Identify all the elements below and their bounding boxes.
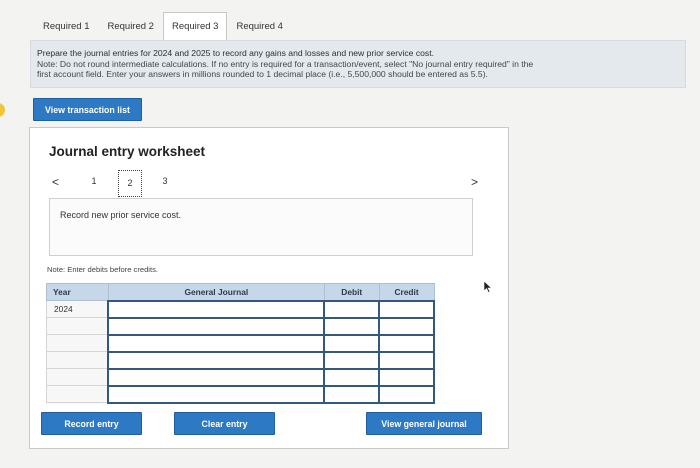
- credit-input[interactable]: [378, 316, 435, 336]
- page-3[interactable]: 3: [158, 176, 172, 186]
- year-cell: [46, 334, 109, 352]
- debit-input[interactable]: [323, 350, 381, 370]
- journal-header-row: Year General Journal Debit Credit: [46, 283, 435, 301]
- debit-input[interactable]: [323, 333, 381, 353]
- table-row: [46, 367, 435, 387]
- credit-input[interactable]: [378, 384, 435, 404]
- prev-arrow-icon[interactable]: <: [52, 175, 59, 189]
- debit-input[interactable]: [323, 384, 381, 404]
- table-row: [46, 350, 435, 370]
- credit-input[interactable]: [378, 367, 435, 387]
- tab-required-1[interactable]: Required 1: [34, 12, 99, 40]
- account-input[interactable]: [107, 299, 326, 319]
- account-input[interactable]: [107, 367, 326, 387]
- tab-required-4[interactable]: Required 4: [227, 12, 292, 40]
- account-input[interactable]: [107, 350, 326, 370]
- year-cell: [46, 368, 109, 386]
- tab-required-2[interactable]: Required 2: [98, 12, 163, 40]
- account-input[interactable]: [107, 316, 326, 336]
- journal-entry-worksheet: Journal entry worksheet < 1 2 3 > Record…: [29, 127, 509, 449]
- instructions-text: Prepare the journal entries for 2024 and…: [37, 48, 434, 58]
- account-input[interactable]: [107, 333, 326, 353]
- clear-entry-button[interactable]: Clear entry: [174, 412, 275, 435]
- page-1[interactable]: 1: [87, 176, 101, 186]
- instructions-note: Note: Do not round intermediate calculat…: [37, 58, 534, 69]
- table-row: [46, 333, 435, 353]
- journal-table: Year General Journal Debit Credit 2024: [46, 283, 435, 404]
- table-row: [46, 316, 435, 336]
- transaction-description: Record new prior service cost.: [49, 198, 473, 256]
- worksheet-title: Journal entry worksheet: [49, 144, 206, 159]
- debit-input[interactable]: [323, 367, 381, 387]
- record-entry-button[interactable]: Record entry: [41, 412, 142, 435]
- instructions-panel: Prepare the journal entries for 2024 and…: [30, 40, 686, 88]
- credit-input[interactable]: [378, 350, 435, 370]
- column-general-journal: General Journal: [107, 283, 325, 301]
- tab-bar: Required 1 Required 2 Required 3 Require…: [34, 12, 292, 42]
- debit-input[interactable]: [323, 299, 381, 319]
- year-cell: 2024: [46, 300, 109, 318]
- credit-input[interactable]: [378, 333, 435, 353]
- side-indicator: [0, 103, 5, 117]
- instructions-note-cont: first account field. Enter your answers …: [37, 69, 488, 79]
- table-row: [46, 384, 435, 404]
- worksheet-pagination: < 1 2 3 >: [45, 170, 495, 197]
- next-arrow-icon[interactable]: >: [471, 175, 478, 189]
- account-input[interactable]: [107, 384, 326, 404]
- credit-input[interactable]: [378, 299, 435, 319]
- table-row: 2024: [46, 299, 435, 319]
- column-debit: Debit: [323, 283, 380, 301]
- year-cell: [46, 385, 109, 403]
- view-general-journal-button[interactable]: View general journal: [366, 412, 482, 435]
- year-cell: [46, 317, 109, 335]
- debit-input[interactable]: [323, 316, 381, 336]
- debits-note: Note: Enter debits before credits.: [47, 265, 159, 274]
- view-transaction-list-button[interactable]: View transaction list: [33, 98, 142, 121]
- year-cell: [46, 351, 109, 369]
- page-2-current[interactable]: 2: [118, 170, 142, 197]
- column-credit: Credit: [378, 283, 435, 301]
- tab-required-3[interactable]: Required 3: [162, 12, 228, 42]
- mouse-pointer-icon: [483, 281, 492, 293]
- column-year: Year: [46, 283, 109, 301]
